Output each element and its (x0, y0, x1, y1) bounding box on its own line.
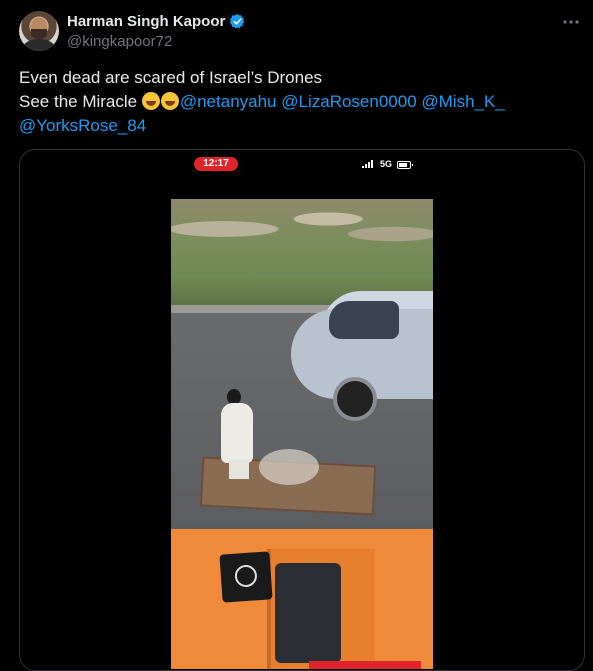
battery-icon (397, 161, 413, 169)
recording-bar (309, 661, 421, 669)
video-frame[interactable] (171, 199, 433, 669)
video-rocks (171, 199, 433, 249)
video-car (291, 291, 433, 421)
avatar-shirt (23, 39, 55, 51)
author-name-row: Harman Singh Kapoor (67, 13, 246, 30)
video-person (219, 389, 259, 479)
avatar-beard (31, 29, 47, 39)
author-name[interactable]: Harman Singh Kapoor (67, 13, 225, 30)
mention-link[interactable]: @netanyahu (180, 92, 277, 111)
tweet-line-3: @YorksRose_84 (19, 114, 579, 138)
author-handle[interactable]: @kingkapoor72 (67, 33, 172, 50)
phone-status-bar: 12:17 5G (20, 150, 584, 180)
video-taxi (171, 529, 433, 669)
tweet-text: Even dead are scared of Israel’s Drones … (19, 66, 579, 138)
signal-icon (362, 160, 373, 168)
author-avatar[interactable] (19, 11, 59, 51)
verified-badge-icon[interactable] (229, 13, 246, 30)
network-label: 5G (380, 159, 393, 169)
tweet-media[interactable]: 12:17 5G (19, 149, 585, 671)
laughing-emoji-icon (141, 92, 160, 110)
tweet-line-2: See the Miracle @netanyahu @LizaRosen000… (19, 90, 579, 114)
mention-link[interactable]: @Mish_K_ (421, 92, 504, 111)
video-dust (259, 449, 319, 485)
phone-time: 12:17 (194, 157, 238, 171)
mention-link[interactable]: @LizaRosen0000 (281, 92, 416, 111)
mention-link[interactable]: @YorksRose_84 (19, 116, 146, 135)
tweet-line-1: Even dead are scared of Israel’s Drones (19, 68, 323, 87)
laughing-emoji-icon (160, 92, 179, 110)
more-options-button[interactable] (561, 12, 581, 32)
tweet-line-2-text: See the Miracle (19, 92, 142, 111)
more-horizontal-icon (563, 20, 579, 24)
